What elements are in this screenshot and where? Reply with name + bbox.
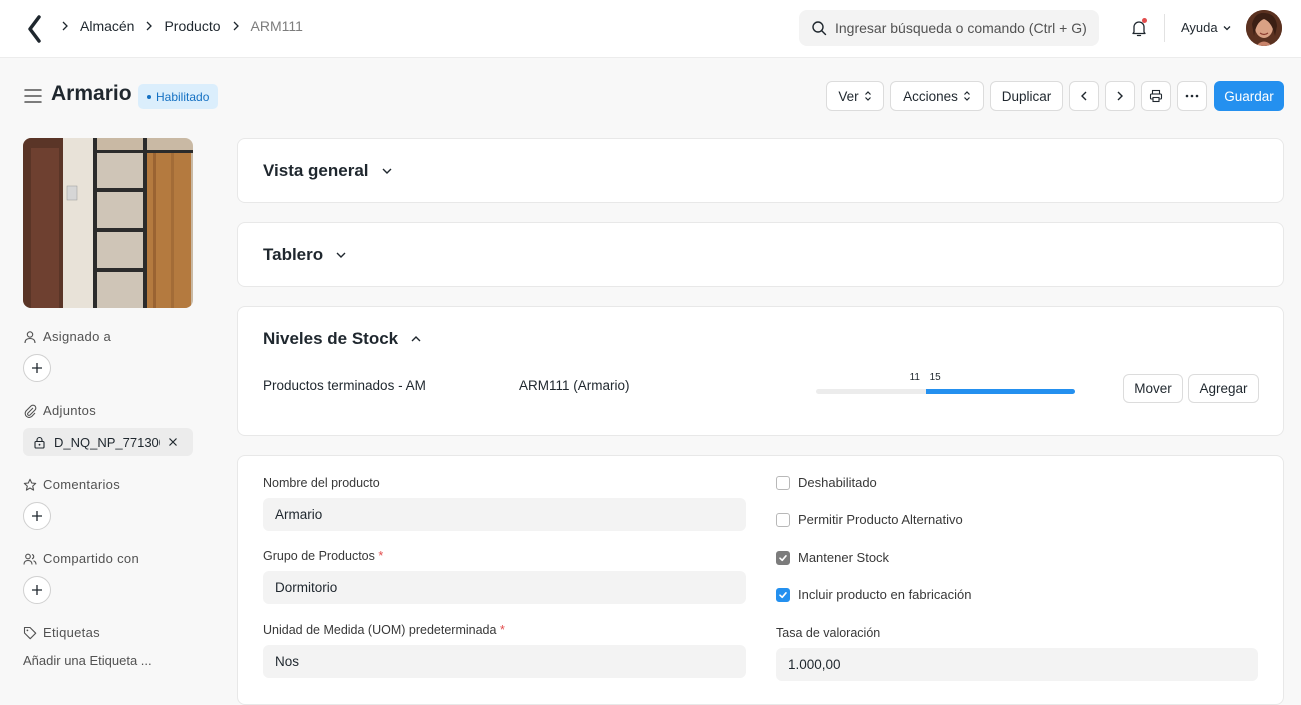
plus-icon <box>32 585 42 595</box>
valuation-rate-field[interactable]: 1.000,00 <box>776 648 1258 681</box>
stock-value-right: 15 <box>929 372 941 383</box>
overview-section: Vista general <box>237 138 1284 203</box>
comments-label: Comentarios <box>23 477 120 492</box>
attachments-label: Adjuntos <box>23 403 96 418</box>
stock-levels-header[interactable]: Niveles de Stock <box>263 329 422 349</box>
printer-icon <box>1149 89 1163 103</box>
plus-icon <box>32 511 42 521</box>
paperclip-icon <box>24 404 37 418</box>
select-arrows-icon <box>963 91 970 101</box>
close-icon[interactable] <box>168 437 178 447</box>
next-record-button[interactable] <box>1105 81 1135 111</box>
status-badge: Habilitado <box>138 84 219 109</box>
shared-with-label: Compartido con <box>23 551 139 566</box>
allow-alternative-checkbox-row[interactable]: Permitir Producto Alternativo <box>776 512 963 527</box>
actions-button[interactable]: Acciones <box>890 81 984 111</box>
star-icon <box>23 478 37 491</box>
uom-label: Unidad de Medida (UOM) predeterminada * <box>263 623 505 637</box>
stock-item[interactable]: ARM111 (Armario) <box>519 378 630 393</box>
tag-icon <box>23 626 37 639</box>
add-comment-button[interactable] <box>23 502 51 530</box>
user-icon <box>24 330 36 343</box>
users-icon <box>23 553 37 565</box>
page-title: Armario <box>51 82 132 105</box>
notification-dot <box>1142 18 1147 23</box>
item-form-section: Nombre del producto Armario Grupo de Pro… <box>237 455 1284 705</box>
chevron-right-icon <box>1117 91 1123 101</box>
help-label: Ayuda <box>1181 20 1218 35</box>
help-dropdown[interactable]: Ayuda <box>1181 20 1232 35</box>
maintain-stock-checkbox-row[interactable]: Mantener Stock <box>776 550 889 565</box>
previous-record-button[interactable] <box>1069 81 1099 111</box>
item-group-field[interactable]: Dormitorio <box>263 571 746 604</box>
chevron-right-icon <box>144 19 158 33</box>
disabled-checkbox[interactable] <box>776 475 790 490</box>
sidebar-toggle-icon[interactable] <box>24 88 42 104</box>
include-manufacturing-label: Incluir producto en fabricación <box>798 587 972 602</box>
chevron-down-icon <box>382 168 392 174</box>
item-name-label: Nombre del producto <box>263 476 380 490</box>
add-stock-button[interactable]: Agregar <box>1188 374 1259 403</box>
chevron-right-icon <box>231 19 245 33</box>
stock-warehouse[interactable]: Productos terminados - AM <box>263 378 426 393</box>
top-navbar: Almacén Producto ARM111 Ingresar búsqued… <box>0 0 1301 58</box>
add-tag-link[interactable]: Añadir una Etiqueta ... <box>23 653 152 668</box>
breadcrumb-current[interactable]: ARM111 <box>251 18 303 34</box>
maintain-stock-checkbox[interactable] <box>776 550 790 565</box>
tags-label: Etiquetas <box>23 625 100 640</box>
user-avatar[interactable] <box>1246 10 1282 46</box>
attachment-item[interactable]: D_NQ_NP_771300 <box>23 428 193 456</box>
save-button[interactable]: Guardar <box>1214 81 1284 111</box>
more-options-button[interactable] <box>1177 81 1207 111</box>
chevron-right-icon <box>60 19 74 33</box>
disabled-checkbox-row[interactable]: Deshabilitado <box>776 475 877 490</box>
dashboard-header[interactable]: Tablero <box>263 245 347 265</box>
search-icon <box>812 21 827 36</box>
search-input[interactable]: Ingresar búsqueda o comando (Ctrl + G) <box>799 10 1099 46</box>
allow-alternative-label: Permitir Producto Alternativo <box>798 512 963 527</box>
chevron-left-icon <box>1081 91 1087 101</box>
print-button[interactable] <box>1141 81 1171 111</box>
view-button[interactable]: Ver <box>826 81 884 111</box>
notifications-bell-icon[interactable] <box>1129 18 1149 38</box>
include-manufacturing-checkbox[interactable] <box>776 587 790 602</box>
plus-icon <box>32 363 42 373</box>
stock-level-bar <box>816 389 1075 394</box>
chevron-down-icon <box>1223 25 1231 30</box>
stock-levels-section: Niveles de Stock Productos terminados - … <box>237 306 1284 436</box>
chevron-up-icon <box>411 336 421 342</box>
app-logo-icon[interactable] <box>25 15 45 43</box>
lock-icon <box>34 436 45 449</box>
product-image[interactable] <box>23 138 193 308</box>
assigned-to-label: Asignado a <box>23 329 111 344</box>
attachment-filename: D_NQ_NP_771300 <box>54 434 160 450</box>
breadcrumb-product[interactable]: Producto <box>164 18 220 34</box>
uom-field[interactable]: Nos <box>263 645 746 678</box>
move-button[interactable]: Mover <box>1123 374 1183 403</box>
overview-header[interactable]: Vista general <box>263 161 393 181</box>
add-assignee-button[interactable] <box>23 354 51 382</box>
navbar-divider <box>1164 14 1165 42</box>
include-manufacturing-checkbox-row[interactable]: Incluir producto en fabricación <box>776 587 971 602</box>
allow-alternative-checkbox[interactable] <box>776 512 790 527</box>
breadcrumb-warehouse[interactable]: Almacén <box>80 18 134 34</box>
valuation-rate-label: Tasa de valoración <box>776 626 881 640</box>
disabled-checkbox-label: Deshabilitado <box>798 475 877 490</box>
select-arrows-icon <box>864 91 871 101</box>
duplicate-button[interactable]: Duplicar <box>990 81 1063 111</box>
dashboard-section: Tablero <box>237 222 1284 287</box>
item-name-field[interactable]: Armario <box>263 498 746 531</box>
more-horizontal-icon <box>1185 94 1199 98</box>
chevron-down-icon <box>336 252 346 258</box>
item-group-label: Grupo de Productos * <box>263 549 384 563</box>
search-placeholder: Ingresar búsqueda o comando (Ctrl + G) <box>835 20 1087 36</box>
stock-level-fill <box>925 389 1075 394</box>
breadcrumb: Almacén Producto ARM111 <box>60 18 313 34</box>
maintain-stock-label: Mantener Stock <box>798 550 890 565</box>
stock-value-left: 11 <box>909 372 920 383</box>
add-share-button[interactable] <box>23 576 51 604</box>
